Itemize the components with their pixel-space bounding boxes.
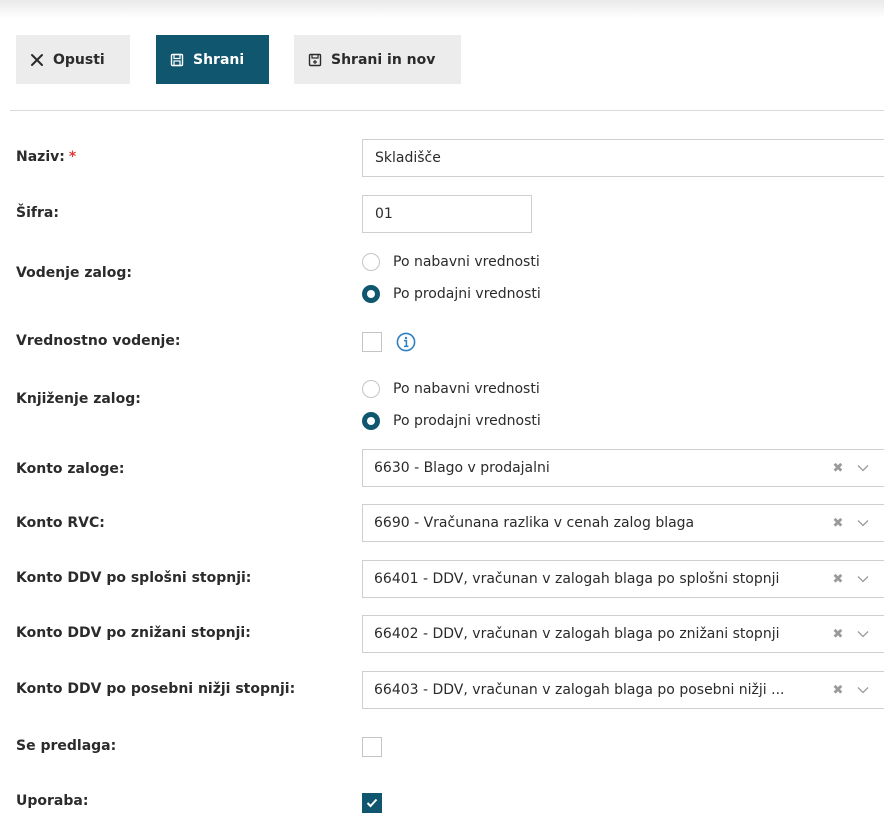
chevron-down-icon[interactable] [856,616,870,652]
konto-rvc-select[interactable]: 6690 - Vračunana razlika v cenah zalog b… [362,504,884,542]
knjizenje-zalog-option-prodajni[interactable]: Po prodajni vrednosti [362,412,541,430]
konto-ddv-znizani-value: 66402 - DDV, vračunan v zalogah blaga po… [374,626,780,642]
radio-button-selected[interactable] [362,285,380,303]
radio-label: Po nabavni vrednosti [393,254,540,270]
radio-label: Po nabavni vrednosti [393,381,540,397]
top-shadow [0,0,884,18]
konto-ddv-posebni-value: 66403 - DDV, vračunan v zalogah blaga po… [374,682,785,698]
konto-rvc-value: 6690 - Vračunana razlika v cenah zalog b… [374,515,695,531]
vodenje-zalog-label: Vodenje zalog: [16,265,132,281]
chevron-down-icon[interactable] [856,561,870,597]
vodenje-zalog-option-nabavni[interactable]: Po nabavni vrednosti [362,253,540,271]
knjizenje-zalog-option-nabavni[interactable]: Po nabavni vrednosti [362,380,540,398]
radio-label: Po prodajni vrednosti [393,413,541,429]
save-new-icon [308,53,322,67]
close-icon [30,53,44,67]
radio-button[interactable] [362,253,380,271]
save-icon [170,53,184,67]
check-icon [366,798,378,808]
naziv-input[interactable]: Skladišče [362,139,884,177]
chevron-down-icon[interactable] [856,505,870,541]
clear-icon[interactable]: ✖ [831,505,845,541]
chevron-down-icon[interactable] [856,450,870,486]
konto-ddv-splosni-select[interactable]: 66401 - DDV, vračunan v zalogah blaga po… [362,560,884,598]
radio-button[interactable] [362,380,380,398]
konto-ddv-posebni-select[interactable]: 66403 - DDV, vračunan v zalogah blaga po… [362,671,884,709]
konto-zaloge-select[interactable]: 6630 - Blago v prodajalni ✖ [362,449,884,487]
save-button[interactable]: Shrani [156,35,269,84]
naziv-label: Naziv: * [16,149,77,165]
save-and-new-button[interactable]: Shrani in nov [294,35,461,84]
radio-button-selected[interactable] [362,412,380,430]
uporaba-label: Uporaba: [16,793,89,809]
konto-rvc-label: Konto RVC: [16,515,105,531]
se-predlaga-checkbox[interactable] [362,737,382,757]
sifra-input[interactable]: 01 [362,195,532,233]
info-icon[interactable] [396,332,416,352]
clear-icon[interactable]: ✖ [831,616,845,652]
konto-ddv-znizani-select[interactable]: 66402 - DDV, vračunan v zalogah blaga po… [362,615,884,653]
vrednostno-vodenje-label: Vrednostno vodenje: [16,333,181,349]
clear-icon[interactable]: ✖ [831,561,845,597]
cancel-button-label: Opusti [53,51,105,68]
konto-ddv-posebni-label: Konto DDV po posebni nižji stopnji: [16,681,296,697]
se-predlaga-label: Se predlaga: [16,738,117,754]
konto-ddv-znizani-label: Konto DDV po znižani stopnji: [16,625,251,641]
toolbar-divider [10,110,884,111]
vrednostno-vodenje-checkbox[interactable] [362,332,382,352]
konto-zaloge-label: Konto zaloge: [16,461,125,477]
save-and-new-button-label: Shrani in nov [331,51,436,68]
uporaba-checkbox[interactable] [362,793,382,813]
vodenje-zalog-option-prodajni[interactable]: Po prodajni vrednosti [362,285,541,303]
chevron-down-icon[interactable] [856,672,870,708]
save-button-label: Shrani [193,51,245,68]
konto-ddv-splosni-value: 66401 - DDV, vračunan v zalogah blaga po… [374,571,780,587]
naziv-value: Skladišče [375,150,441,166]
required-marker: * [68,149,77,165]
sifra-label: Šifra: [16,205,59,221]
clear-icon[interactable]: ✖ [831,672,845,708]
konto-zaloge-value: 6630 - Blago v prodajalni [374,460,550,476]
clear-icon[interactable]: ✖ [831,450,845,486]
radio-label: Po prodajni vrednosti [393,286,541,302]
sifra-value: 01 [375,206,393,222]
cancel-button[interactable]: Opusti [16,35,130,84]
knjizenje-zalog-label: Knjiženje zalog: [16,391,141,407]
konto-ddv-splosni-label: Konto DDV po splošni stopnji: [16,570,252,586]
